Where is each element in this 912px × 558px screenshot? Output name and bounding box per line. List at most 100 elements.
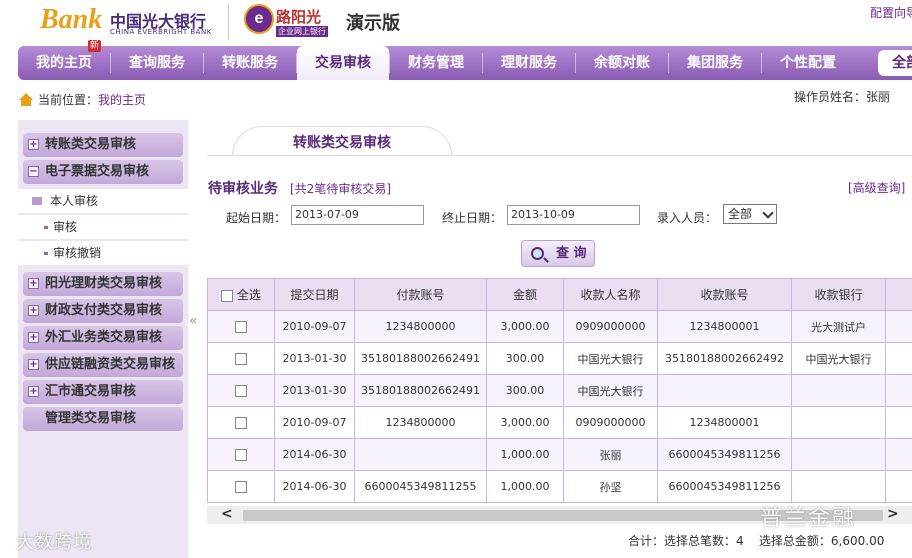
expand-icon[interactable]: + [28,359,39,370]
table-header-row: 全选 提交日期 付款账号 金额 收款人名称 收款账号 收款银行 转 [207,278,912,311]
entry-person-label: 录入人员： [657,211,718,225]
cell-payee-name: 中国光大银行 [563,342,658,375]
tab-divider [207,155,912,156]
end-date-label: 终止日期： [442,211,503,225]
cell-payee-bank [791,438,886,471]
sidebar-item-audit[interactable]: 审核 [18,215,188,239]
sidebar-item-transfer-audit[interactable]: + 转账类交易审核 [23,133,183,157]
sidebar-item-supply-chain-audit[interactable]: + 供应链融资类交易审核 [23,353,183,377]
table-row[interactable]: 2014-06-30 1,000.00 张丽 6600045349811256 … [207,438,912,471]
nav-home[interactable]: 我的主页新 [18,40,110,80]
select-all-header[interactable]: 全选 [207,278,275,311]
header-divider [228,4,229,40]
nav-finance[interactable]: 财务管理 [390,46,482,80]
collapse-icon[interactable]: − [28,166,39,177]
end-date-input[interactable]: 2013-10-09 [507,205,640,225]
row-checkbox[interactable] [235,417,247,429]
bullet-icon [44,252,48,255]
select-all-checkbox[interactable] [221,289,234,302]
nav-query[interactable]: 查询服务 [111,46,203,80]
advanced-search-link[interactable]: [高级查询] [848,179,905,196]
cell-payee-account: 6600045349811256 [657,470,792,503]
col-header-transfer: 转 [885,278,912,311]
table-row[interactable]: 2014-06-30 6600045349811255 1,000.00 孙坚 … [207,470,912,503]
bank-logo: Bank [40,4,103,35]
sidebar-collapse-icon[interactable]: « [189,313,198,329]
sidebar-item-audit-cancel[interactable]: 审核撤销 [18,241,188,265]
cell-payee-bank: 光大测试户 [791,310,886,343]
col-header-payee-account: 收款账号 [657,278,792,311]
row-checkbox[interactable] [235,353,247,365]
nav-reconcile[interactable]: 余额对账 [576,46,668,80]
expand-icon[interactable]: + [28,332,39,343]
table-row[interactable]: 2013-01-30 35180188002662491 300.00 中国光大… [207,374,912,407]
nav-wealth[interactable]: 理财服务 [483,46,575,80]
sidebar-item-forex-audit[interactable]: + 外汇业务类交易审核 [23,326,183,350]
cell-payee-account: 1234800001 [657,310,792,343]
cell-amount: 3,000.00 [486,310,564,343]
query-button[interactable]: 查 询 [521,240,595,267]
table-row[interactable]: 2010-09-07 1234800000 3,000.00 090900000… [207,310,912,343]
cell-amount: 300.00 [486,374,564,407]
audit-table: 全选 提交日期 付款账号 金额 收款人名称 收款账号 收款银行 转 2010-0… [207,278,912,504]
expand-icon[interactable]: + [28,278,39,289]
scroll-right-icon[interactable]: > [887,506,899,522]
cell-amount: 300.00 [486,342,564,375]
expand-icon[interactable]: + [28,139,39,150]
cell-payee-account [657,374,792,407]
total-amount: 选择总金额：6,600.00 [758,534,885,548]
cell-payee-name: 中国光大银行 [563,374,658,407]
cell-payee-bank [791,470,886,503]
cell-date: 2014-06-30 [274,438,355,471]
cell-payee-account: 6600045349811256 [657,438,792,471]
cell-payee-name: 孙坚 [563,470,658,503]
cell-payee-bank: 中国光大银行 [791,342,886,375]
breadcrumb-current[interactable]: 我的主页 [98,91,146,108]
scroll-left-icon[interactable]: < [221,506,233,522]
nav-audit[interactable]: 交易审核 [297,46,389,80]
home-icon [18,92,34,107]
row-checkbox[interactable] [235,481,247,493]
nav-group[interactable]: 集团服务 [669,46,761,80]
entry-person-select[interactable]: 全部 [723,204,777,224]
table-row[interactable]: 2013-01-30 35180188002662491 300.00 中国光大… [207,342,912,375]
operator-name: 张丽 [866,90,891,104]
search-icon [531,247,544,260]
col-header-payee-bank: 收款银行 [791,278,886,311]
sidebar-item-self-audit[interactable]: 本人审核 [18,189,188,213]
tab-transfer-audit[interactable]: 转账类交易审核 [232,126,452,156]
cell-payee-name: 张丽 [563,438,658,471]
cell-date: 2013-01-30 [274,374,355,407]
operator-label: 操作员姓名： [794,90,867,104]
breadcrumb: 当前位置： 我的主页 [18,91,146,108]
sidebar-item-sunshine-audit[interactable]: + 阳光理财类交易审核 [23,272,183,296]
row-checkbox[interactable] [235,321,247,333]
cell-payee-account: 35180188002662492 [657,342,792,375]
expand-icon[interactable]: + [28,305,39,316]
cell-payer-account: 1234800000 [354,310,487,343]
cell-payer-account [354,438,487,471]
cell-payer-account: 35180188002662491 [354,374,487,407]
row-checkbox[interactable] [235,385,247,397]
config-guide-link[interactable]: 配置向导 [870,4,912,21]
sidebar-item-fiscal-audit[interactable]: + 财政支付类交易审核 [23,299,183,323]
sidebar-item-admin-audit[interactable]: 管理类交易审核 [23,407,183,431]
expand-icon[interactable]: + [28,386,39,397]
cell-payee-name: 0909000000 [563,310,658,343]
sidebar-item-ebill-audit[interactable]: − 电子票据交易审核 [23,160,183,184]
cell-payee-account: 1234800001 [657,406,792,439]
nav-transfer[interactable]: 转账服务 [204,46,296,80]
table-row[interactable]: 2010-09-07 1234800000 3,000.00 090900000… [207,406,912,439]
nav-personal[interactable]: 个性配置 [762,46,854,80]
cell-transfer: 网银 [885,374,912,407]
col-header-payer-account: 付款账号 [354,278,487,311]
col-header-amount: 金额 [486,278,564,311]
sidebar: + 转账类交易审核 − 电子票据交易审核 本人审核 审核 审核撤销 + 阳光理财类交易… [18,120,188,558]
nav-all[interactable]: 全部 [878,50,912,76]
cell-date: 2013-01-30 [274,342,355,375]
row-checkbox[interactable] [235,449,247,461]
start-date-input[interactable]: 2013-07-09 [291,205,424,225]
sidebar-item-fx-market-audit[interactable]: + 汇市通交易审核 [23,380,183,404]
sunshine-sub: 企业网上银行 [276,26,328,37]
cell-amount: 1,000.00 [486,470,564,503]
